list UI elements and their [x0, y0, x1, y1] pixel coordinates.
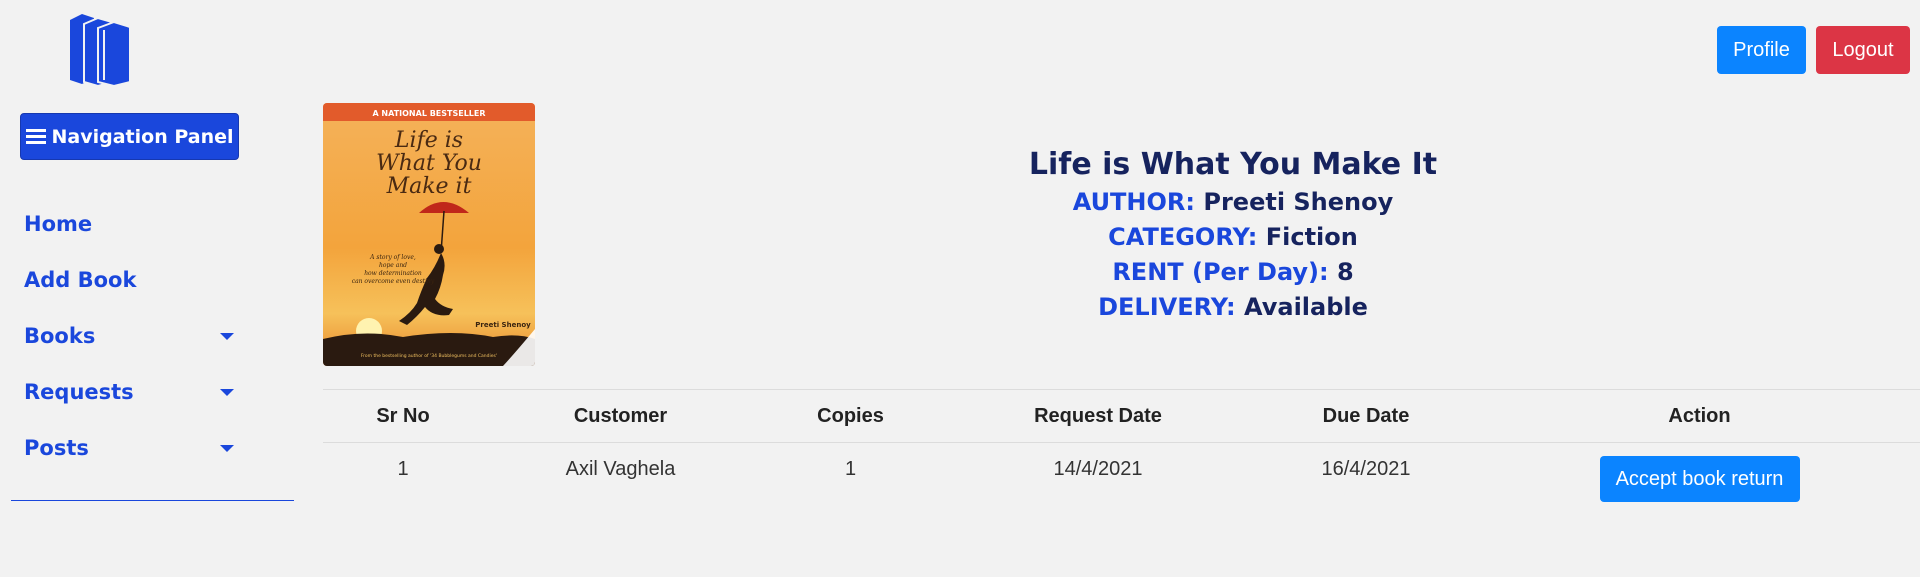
cover-banner: A NATIONAL BESTSELLER	[372, 109, 485, 118]
column-header: Request Date	[1034, 404, 1162, 427]
sidebar-item-books[interactable]: Books	[24, 316, 244, 356]
cover-title-line: What You	[376, 151, 482, 176]
delivery-value: Available	[1244, 293, 1368, 321]
cell-sr-no: 1	[397, 458, 409, 480]
cover-title-line: Life is	[394, 128, 463, 153]
books-logo-icon[interactable]	[64, 12, 136, 88]
sidebar-item-add-book[interactable]: Add Book	[24, 260, 244, 300]
rent-label: RENT (Per Day):	[1112, 258, 1329, 286]
sidebar-item-requests[interactable]: Requests	[24, 372, 244, 412]
cell-due-date: 16/4/2021	[1321, 458, 1411, 480]
cover-tagline: can overcome even destiny	[352, 278, 435, 285]
column-header: Sr No	[376, 404, 430, 427]
requests-table: Sr No Customer Copies Request Date Due D…	[323, 389, 1920, 519]
caret-down-icon	[220, 332, 234, 340]
sidebar-item-home[interactable]: Home	[24, 204, 244, 244]
sidebar-divider	[11, 500, 294, 501]
navigation-panel-label: Navigation Panel	[51, 125, 234, 148]
profile-button[interactable]: Profile	[1717, 26, 1806, 74]
rent-value: 8	[1336, 258, 1354, 286]
navigation-panel-button[interactable]: Navigation Panel	[20, 113, 239, 160]
cover-tagline: how determination	[364, 270, 422, 277]
book-author-line: AUTHOR: Preeti Shenoy	[940, 185, 1526, 220]
cell-copies: 1	[844, 458, 857, 480]
delivery-label: DELIVERY:	[1098, 293, 1236, 321]
category-value: Fiction	[1265, 223, 1358, 251]
author-value: Preeti Shenoy	[1203, 188, 1394, 216]
column-header: Due Date	[1322, 404, 1410, 427]
table-header-row: Sr No Customer Copies Request Date Due D…	[323, 389, 1920, 443]
cell-customer: Axil Vaghela	[565, 458, 676, 480]
sidebar-item-label: Home	[24, 212, 93, 236]
cover-footer: From the bestselling author of '34 Bubbl…	[361, 353, 497, 359]
book-cover-image: A NATIONAL BESTSELLER Life is What You M…	[323, 103, 535, 366]
bars-icon	[25, 129, 46, 144]
book-details: Life is What You Make It AUTHOR: Preeti …	[940, 145, 1526, 325]
cover-author: Preeti Shenoy	[475, 321, 531, 329]
caret-down-icon	[220, 388, 234, 396]
cover-title-line: Make it	[386, 174, 472, 199]
book-title: Life is What You Make It	[1028, 147, 1438, 182]
caret-down-icon	[220, 444, 234, 452]
book-rent-line: RENT (Per Day): 8	[940, 255, 1526, 290]
sidebar-item-label: Posts	[24, 436, 89, 460]
book-category-line: CATEGORY: Fiction	[940, 220, 1526, 255]
logout-button[interactable]: Logout	[1816, 26, 1910, 74]
category-label: CATEGORY:	[1108, 223, 1258, 251]
sidebar-item-label: Requests	[24, 380, 134, 404]
sidebar-item-label: Add Book	[24, 268, 137, 292]
column-header: Customer	[573, 404, 668, 427]
table-row: 1 Axil Vaghela 1 14/4/2021 16/4/2021 Acc…	[323, 443, 1920, 519]
cover-tagline: A story of love,	[369, 254, 416, 261]
author-label: AUTHOR:	[1072, 188, 1195, 216]
cell-action: Accept book return	[1479, 456, 1920, 502]
book-delivery-line: DELIVERY: Available	[940, 290, 1526, 325]
cell-request-date: 14/4/2021	[1053, 458, 1143, 480]
sidebar-item-posts[interactable]: Posts	[24, 428, 244, 468]
sidebar-item-label: Books	[24, 324, 96, 348]
accept-book-return-button[interactable]: Accept book return	[1599, 456, 1800, 502]
column-header: Copies	[817, 404, 884, 427]
cover-tagline: hope and	[379, 262, 407, 269]
column-header: Action	[1668, 404, 1731, 427]
